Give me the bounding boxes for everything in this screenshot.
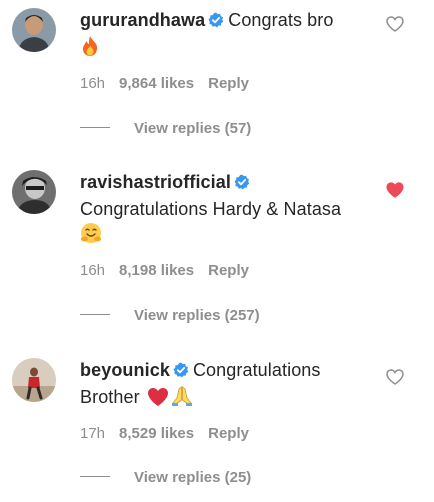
comment-username[interactable]: beyounick	[80, 360, 170, 380]
comment-text: beyounick Congratulations Brother	[80, 358, 380, 414]
comment-time: 16h	[80, 262, 106, 279]
avatar[interactable]	[12, 358, 56, 402]
comment-meta: 16h 8,198 likes Reply	[80, 262, 249, 279]
comment-time: 17h	[80, 425, 106, 442]
comment-username[interactable]: gururandhawa	[80, 10, 205, 30]
comment-text: gururandhawa Congrats bro	[80, 8, 380, 64]
avatar[interactable]	[12, 170, 56, 214]
view-replies-button[interactable]: View replies (25)	[80, 469, 251, 486]
divider-line	[80, 476, 110, 477]
avatar[interactable]	[12, 8, 56, 52]
comment-body: Congrats bro	[228, 10, 334, 30]
comment-item: ravishastriofficial Congratulations Hard…	[0, 150, 434, 340]
verified-badge-icon	[173, 360, 189, 385]
like-heart-icon[interactable]	[386, 16, 404, 37]
verified-badge-icon	[234, 172, 250, 197]
like-heart-icon[interactable]	[386, 369, 404, 390]
folded-hands-emoji-icon	[171, 385, 193, 414]
red-heart-emoji-icon	[147, 387, 169, 414]
comment-meta: 17h 8,529 likes Reply	[80, 425, 249, 442]
comment-item: beyounick Congratulations Brother 17h 8,52…	[0, 340, 434, 502]
comment-item: gururandhawa Congrats bro 16h 9,864 likes R…	[0, 0, 434, 150]
reply-button[interactable]: Reply	[208, 262, 249, 279]
liked-heart-icon[interactable]	[386, 182, 404, 203]
view-replies-button[interactable]: View replies (57)	[80, 120, 251, 137]
view-replies-label: View replies (25)	[134, 469, 252, 486]
comment-text: ravishastriofficial Congratulations Hard…	[80, 170, 380, 251]
comment-body: Congratulations Hardy & Natasa	[80, 199, 342, 219]
verified-badge-icon	[208, 10, 224, 35]
divider-line	[80, 314, 110, 315]
comment-likes[interactable]: 9,864 likes	[119, 75, 194, 92]
view-replies-label: View replies (257)	[134, 307, 260, 324]
comment-time: 16h	[80, 75, 106, 92]
comment-likes[interactable]: 8,529 likes	[119, 425, 194, 442]
view-replies-label: View replies (57)	[134, 120, 252, 137]
comment-likes[interactable]: 8,198 likes	[119, 262, 194, 279]
comment-username[interactable]: ravishastriofficial	[80, 172, 231, 192]
reply-button[interactable]: Reply	[208, 425, 249, 442]
view-replies-button[interactable]: View replies (257)	[80, 307, 260, 324]
divider-line	[80, 127, 110, 128]
comment-meta: 16h 9,864 likes Reply	[80, 75, 249, 92]
reply-button[interactable]: Reply	[208, 75, 249, 92]
fire-emoji-icon	[80, 35, 100, 64]
hugging-face-emoji-icon	[80, 222, 102, 251]
